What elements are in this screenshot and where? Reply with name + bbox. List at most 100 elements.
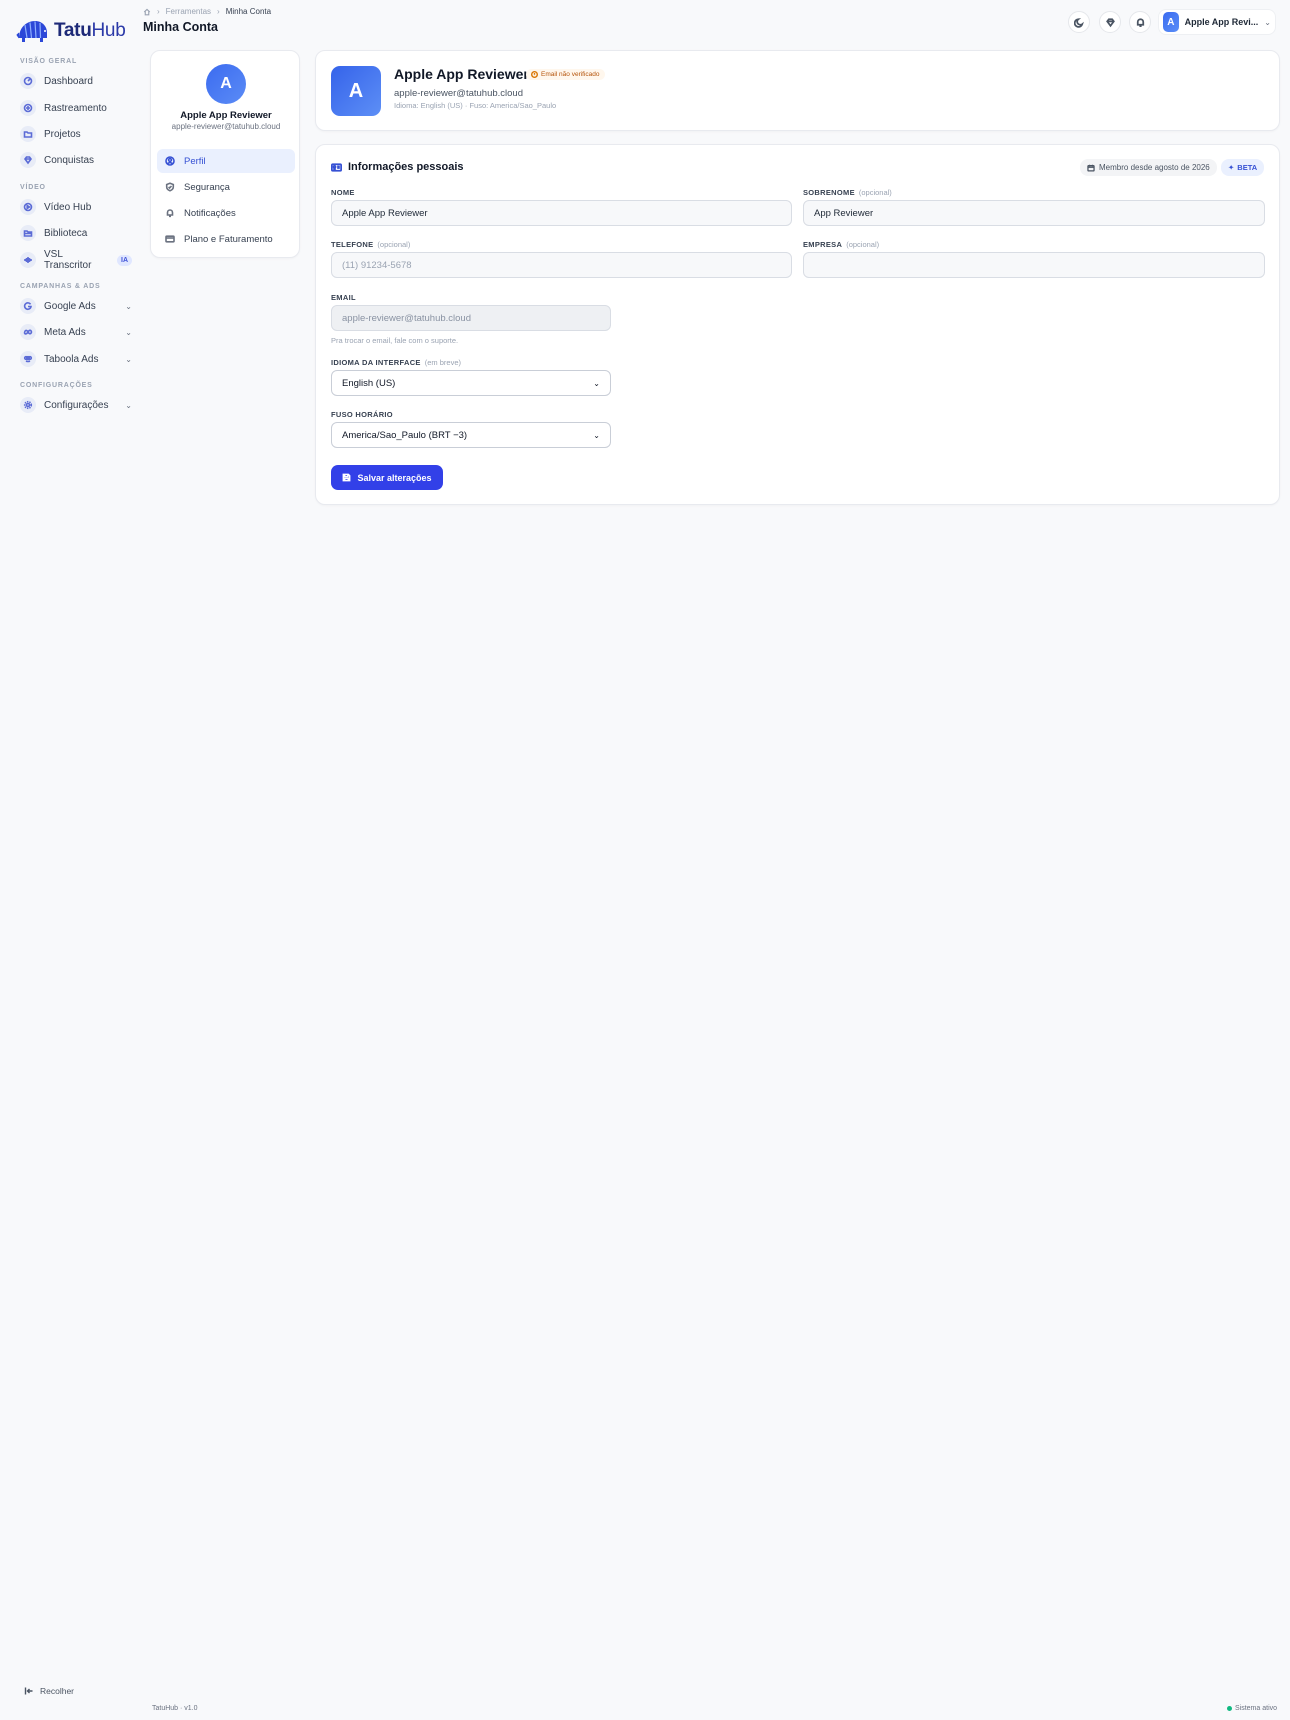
home-icon[interactable] — [143, 8, 151, 16]
sidebar-item-label: Rastreamento — [44, 102, 107, 114]
email-hint: Pra trocar o email, fale com o suporte. — [331, 336, 459, 345]
calendar-icon — [1087, 164, 1095, 172]
sidebar-item-conquistas[interactable]: Conquistas — [20, 149, 132, 171]
menu-item-perfil[interactable]: Perfil — [157, 149, 295, 173]
target-icon — [20, 100, 36, 116]
breadcrumb-current: Minha Conta — [225, 7, 272, 16]
collapse-sidebar-button[interactable]: Recolher — [24, 1686, 74, 1696]
account-summary-card: A Apple App Reviewer Email não verificad… — [315, 50, 1280, 131]
menu-item-label: Notificações — [184, 207, 236, 219]
sidebar-item-video-hub[interactable]: Vídeo Hub — [20, 196, 132, 218]
bell-icon — [166, 209, 174, 218]
sidebar-item-label: Google Ads — [44, 300, 96, 312]
dashboard-icon — [20, 73, 36, 89]
bell-icon — [1136, 17, 1144, 27]
collapse-label: Recolher — [40, 1686, 75, 1696]
idioma-label: IDIOMA DA INTERFACE (em breve) — [331, 358, 461, 367]
ai-badge: IA — [117, 254, 132, 266]
avatar: A — [206, 64, 246, 104]
sidebar-item-vsl-transcritor[interactable]: VSL Transcritor IA — [20, 249, 132, 271]
chevron-down-icon: ⌄ — [1264, 17, 1271, 27]
account-name: Apple App Reviewer — [394, 66, 529, 82]
email-label: EMAIL — [331, 293, 356, 302]
folder-icon — [20, 126, 36, 142]
email-field — [331, 305, 611, 331]
status-label: Sistema ativo — [1235, 1705, 1278, 1712]
beta-badge: ✦ BETA — [1221, 159, 1265, 176]
save-label: Salvar alterações — [357, 472, 432, 483]
sidebar-item-biblioteca[interactable]: Biblioteca — [20, 222, 132, 244]
sparkle-icon: ✦ — [1228, 163, 1235, 172]
logo[interactable]: TatuHub — [16, 18, 126, 44]
meta-icon — [20, 324, 36, 340]
sidebar-item-label: Conquistas — [44, 154, 95, 166]
id-card-icon — [331, 162, 342, 172]
beta-label: BETA — [1237, 163, 1258, 172]
save-icon — [343, 473, 351, 482]
gear-icon — [20, 397, 36, 413]
phone-input[interactable] — [331, 252, 792, 278]
last-name-input[interactable] — [803, 200, 1265, 226]
achievements-button[interactable] — [1099, 11, 1121, 33]
section-title-video: VÍDEO — [20, 184, 46, 191]
empresa-label: EMPRESA (opcional) — [803, 240, 880, 249]
theme-toggle-button[interactable] — [1068, 11, 1090, 33]
profile-card: A Apple App Reviewer apple-reviewer@tatu… — [150, 50, 300, 258]
sidebar-item-projetos[interactable]: Projetos — [20, 123, 132, 145]
diamond-icon — [20, 152, 36, 168]
section-title-overview: VISÃO GERAL — [20, 58, 78, 65]
member-since-badge: Membro desde agosto de 2026 — [1080, 159, 1217, 176]
section-title-settings: CONFIGURAÇÕES — [20, 382, 93, 389]
sidebar-item-label: Projetos — [44, 128, 81, 140]
breadcrumb-separator: › — [157, 7, 160, 16]
menu-item-label: Plano e Faturamento — [184, 233, 273, 245]
sidebar-item-label: Biblioteca — [44, 227, 88, 239]
sidebar-item-meta-ads[interactable]: Meta Ads ⌄ — [20, 321, 132, 343]
system-status: Sistema ativo — [1227, 1705, 1277, 1712]
sidebar-item-label: Meta Ads — [44, 326, 86, 338]
avatar: A — [331, 66, 381, 116]
user-circle-icon — [165, 156, 175, 166]
language-select[interactable]: English (US) ⌄ — [331, 370, 611, 396]
user-menu[interactable]: A Apple App Revi... ⌄ — [1158, 9, 1276, 35]
app-version: TatuHub · v1.0 — [152, 1705, 198, 1712]
page-title: Minha Conta — [143, 20, 218, 34]
audio-wave-icon — [20, 252, 36, 268]
sidebar-item-label: Taboola Ads — [44, 353, 99, 365]
sidebar-item-taboola-ads[interactable]: Taboola Ads ⌄ — [20, 348, 132, 370]
badge-label: Email não verificado — [541, 71, 600, 78]
sidebar-item-dashboard[interactable]: Dashboard — [20, 70, 132, 92]
chevron-down-icon: ⌄ — [125, 301, 132, 311]
save-button[interactable]: Salvar alterações — [331, 465, 443, 490]
menu-item-seguranca[interactable]: Segurança — [157, 175, 295, 199]
account-email: apple-reviewer@tatuhub.cloud — [394, 88, 523, 99]
menu-item-plano-faturamento[interactable]: Plano e Faturamento — [157, 227, 295, 251]
sobrenome-label: SOBRENOME (opcional) — [803, 188, 892, 197]
select-value: English (US) — [342, 377, 396, 389]
chevron-down-icon: ⌄ — [593, 378, 600, 388]
sidebar-item-label: Dashboard — [44, 75, 93, 87]
google-icon — [20, 298, 36, 314]
taboola-icon — [20, 351, 36, 367]
timezone-select[interactable]: America/Sao_Paulo (BRT −3) ⌄ — [331, 422, 611, 448]
chevron-down-icon: ⌄ — [125, 354, 132, 364]
breadcrumb-item[interactable]: Ferramentas — [166, 7, 211, 16]
sidebar-item-google-ads[interactable]: Google Ads ⌄ — [20, 295, 132, 317]
diamond-icon — [1105, 17, 1115, 27]
sidebar-item-label: Configurações — [44, 399, 109, 411]
menu-item-notificacoes[interactable]: Notificações — [157, 201, 295, 225]
chevron-down-icon: ⌄ — [125, 400, 132, 410]
status-dot — [1227, 1706, 1232, 1711]
sidebar-item-rastreamento[interactable]: Rastreamento — [20, 97, 132, 119]
company-input[interactable] — [803, 252, 1265, 278]
account-meta: Idioma: English (US) · Fuso: America/Sao… — [394, 101, 557, 110]
first-name-input[interactable] — [331, 200, 792, 226]
sidebar-item-configuracoes[interactable]: Configurações ⌄ — [20, 394, 132, 416]
sidebar-item-label: Vídeo Hub — [44, 201, 92, 213]
profile-name: Apple App Reviewer — [180, 110, 272, 121]
member-since-label: Membro desde agosto de 2026 — [1099, 163, 1210, 172]
folder-open-icon — [20, 225, 36, 241]
menu-item-label: Perfil — [184, 155, 206, 167]
notifications-button[interactable] — [1129, 11, 1151, 33]
sidebar-item-label: VSL Transcritor — [44, 249, 92, 271]
